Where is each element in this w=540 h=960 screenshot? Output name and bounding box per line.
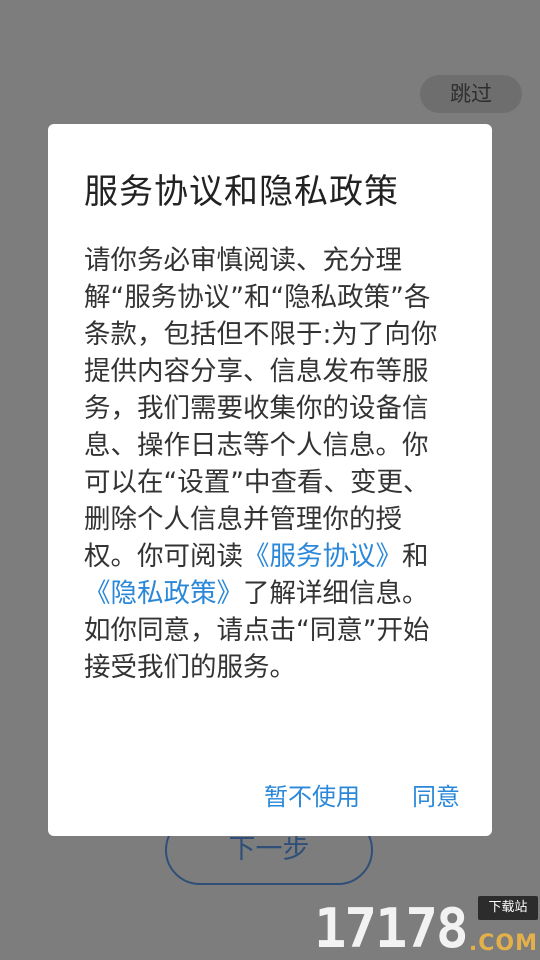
privacy-dialog: 服务协议和隐私政策 请你务必审慎阅读、充分理解“服务协议”和“隐私政策”各条款，… bbox=[48, 124, 492, 836]
privacy-policy-link[interactable]: 《隐私政策》 bbox=[84, 578, 243, 609]
watermark-domain: .COM bbox=[468, 931, 538, 956]
watermark-number: 17178 bbox=[314, 897, 469, 960]
watermark-download-label: 下载站 bbox=[478, 896, 538, 920]
decline-button[interactable]: 暂不使用 bbox=[264, 777, 360, 817]
dialog-actions: 暂不使用 同意 bbox=[48, 777, 492, 817]
dialog-title: 服务协议和隐私政策 bbox=[84, 172, 399, 212]
service-agreement-link[interactable]: 《服务协议》 bbox=[243, 541, 402, 572]
body-text-part1: 请你务必审慎阅读、充分理解“服务协议”和“隐私政策”各条款，包括但不限于:为了向… bbox=[84, 245, 438, 572]
watermark-logo: 17178 下载站 .COM bbox=[314, 896, 540, 960]
body-text-and: 和 bbox=[402, 541, 429, 572]
dialog-body: 请你务必审慎阅读、充分理解“服务协议”和“隐私政策”各条款，包括但不限于:为了向… bbox=[84, 242, 440, 686]
skip-button[interactable]: 跳过 bbox=[420, 75, 522, 113]
agree-button[interactable]: 同意 bbox=[412, 777, 460, 817]
